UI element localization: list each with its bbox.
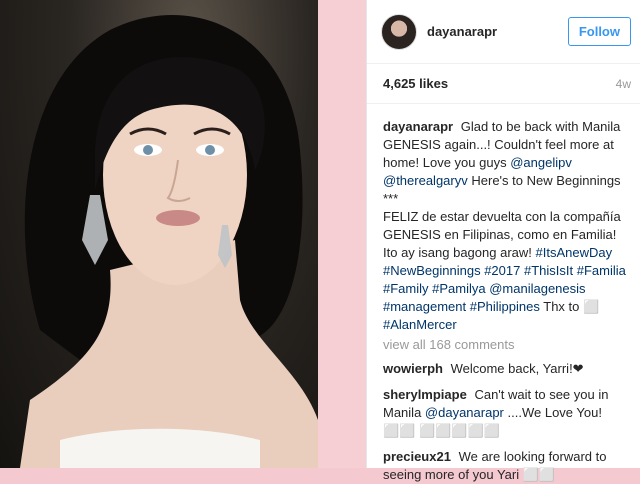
hashtag-link[interactable]: #ItsAnewDay	[536, 245, 613, 260]
comment-item: precieux21 We are looking forward to see…	[383, 448, 631, 484]
mention-link[interactable]: @dayanarapr	[425, 405, 504, 420]
mention-link[interactable]: @therealgaryv	[383, 173, 468, 188]
comment-username[interactable]: precieux21	[383, 449, 451, 464]
mention-link[interactable]: @angelipv	[510, 155, 572, 170]
comment-username[interactable]: sherylmpiape	[383, 387, 467, 402]
mention-link[interactable]: @manilagenesis	[489, 281, 585, 296]
hashtag-link[interactable]: #NewBeginnings	[383, 263, 481, 278]
caption-text-2: Here's to New Beginnings	[471, 173, 621, 188]
comments-section: dayanarapr Glad to be back with Manila G…	[367, 104, 640, 484]
view-all-comments-link[interactable]: view all 168 comments	[383, 336, 631, 354]
comment-item: wowierph Welcome back, Yarri!❤	[383, 360, 631, 378]
likes-count[interactable]: 4,625 likes	[383, 76, 448, 91]
background-strip	[318, 0, 366, 468]
hashtag-link[interactable]: #Family	[383, 281, 429, 296]
post-age[interactable]: 4w	[616, 77, 631, 91]
hashtag-link[interactable]: #ThisIsIt	[524, 263, 573, 278]
caption-username[interactable]: dayanarapr	[383, 119, 453, 134]
hashtag-link[interactable]: #Pamilya	[432, 281, 485, 296]
post-caption: dayanarapr Glad to be back with Manila G…	[383, 118, 631, 334]
hashtag-link[interactable]: #2017	[484, 263, 520, 278]
comment-text: Welcome back, Yarri!❤	[450, 361, 584, 376]
comment-item: sherylmpiape Can't wait to see you in Ma…	[383, 386, 631, 440]
caption-separator: ***	[383, 191, 399, 206]
avatar[interactable]	[381, 13, 417, 50]
caption-text-4: Thx to	[543, 299, 580, 314]
hashtag-link[interactable]: #Familia	[577, 263, 626, 278]
hashtag-link[interactable]: #AlanMercer	[383, 317, 457, 332]
post-header: dayanarapr Follow	[367, 0, 640, 64]
likes-row: 4,625 likes 4w	[367, 64, 640, 104]
portrait-illustration	[20, 15, 318, 468]
post-username[interactable]: dayanarapr	[427, 24, 568, 39]
post-photo[interactable]	[0, 0, 318, 468]
missing-glyph: ⬜	[583, 299, 600, 314]
comment-username[interactable]: wowierph	[383, 361, 443, 376]
follow-button[interactable]: Follow	[567, 17, 631, 46]
hashtag-link[interactable]: #management	[383, 299, 466, 314]
post-side-panel: dayanarapr Follow 4,625 likes 4w dayanar…	[366, 0, 640, 482]
hashtag-link[interactable]: #Philippines	[470, 299, 540, 314]
